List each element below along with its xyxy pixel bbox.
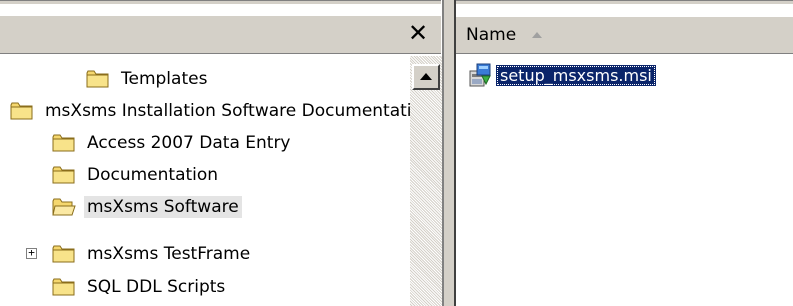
folder-icon (10, 102, 33, 120)
tree-item-label: SQL DDL Scripts (87, 277, 226, 297)
tree-item-label: msXsms Software (84, 196, 242, 218)
splitter-edge (442, 0, 444, 306)
folder-tree-pane: ✕ Templates msXsms Installation Software… (0, 0, 445, 306)
top-border (0, 0, 441, 4)
tree-item-msxsms-software[interactable]: msXsms Software (52, 192, 242, 222)
explorer-window: ✕ Templates msXsms Installation Software… (0, 0, 793, 306)
tree-item-label: msXsms Installation Software Documentati… (45, 101, 410, 121)
folder-icon (52, 166, 75, 184)
top-border (456, 0, 793, 4)
tree-item-sql-ddl-scripts[interactable]: SQL DDL Scripts (52, 272, 228, 302)
file-item[interactable]: setup_msxsms.msi (468, 62, 656, 88)
file-name: setup_msxsms.msi (496, 64, 656, 86)
tree-item-documentation[interactable]: Documentation (52, 160, 221, 190)
arrow-up-icon (420, 73, 432, 80)
column-header-label: Name (466, 25, 517, 45)
tree-item-installation-docs[interactable]: msXsms Installation Software Documentati… (10, 96, 410, 126)
tree-item-access-2007[interactable]: Access 2007 Data Entry (52, 128, 294, 158)
folder-open-icon (52, 198, 76, 216)
msi-installer-icon (469, 63, 491, 87)
folders-pane-header: ✕ (0, 16, 441, 54)
close-pane-button[interactable]: ✕ (405, 20, 431, 46)
folder-tree: Templates msXsms Installation Software D… (0, 56, 410, 306)
expand-toggle[interactable]: + (26, 247, 37, 259)
tree-scrollbar[interactable] (410, 56, 442, 306)
tree-item-templates[interactable]: Templates (86, 64, 210, 94)
column-header-bar: Name (456, 16, 793, 54)
file-list-pane: Name setup_msxsms.msi (456, 0, 793, 306)
tree-item-label: Documentation (87, 165, 219, 185)
folder-icon (52, 278, 75, 296)
scroll-up-button[interactable] (412, 64, 440, 90)
pane-splitter[interactable] (442, 0, 456, 306)
tree-item-label: msXsms TestFrame (87, 244, 251, 264)
tree-item-label: Access 2007 Data Entry (87, 133, 291, 153)
folder-icon (86, 70, 109, 88)
sort-ascending-icon (532, 32, 543, 38)
tree-item-msxsms-testframe[interactable]: msXsms TestFrame (52, 239, 253, 269)
folder-icon (52, 134, 75, 152)
tree-item-label: Templates (121, 69, 208, 89)
column-header-name[interactable]: Name (466, 25, 543, 45)
folder-icon (52, 245, 75, 263)
